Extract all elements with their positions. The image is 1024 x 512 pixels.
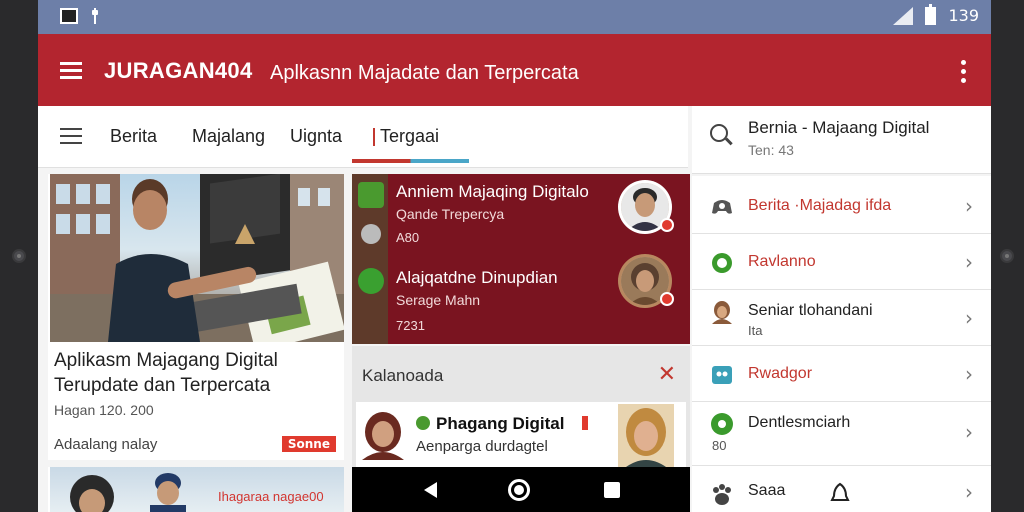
avatar[interactable]: [618, 180, 674, 234]
search-icon[interactable]: [710, 124, 728, 142]
featured-article-badge: Sonne: [281, 436, 336, 452]
list-item-dentlesmciarh[interactable]: Dentlesmciarh 80 ›: [692, 404, 991, 466]
tab-uignta[interactable]: Uignta: [290, 126, 342, 147]
system-navigation-bar: [352, 467, 690, 512]
feed-item[interactable]: Alajqatdne Dinupdian Serage Mahn 7231: [352, 254, 690, 340]
feed-panel: Anniem Majaqing Digitalo Qande Trepercya…: [352, 174, 690, 344]
list-item-label: Seniar tlohandani: [748, 302, 873, 319]
list-item-label: Dentlesmciarh: [748, 414, 851, 431]
tab-bar: Berita Majalang Uignta Tergaai: [38, 106, 688, 168]
featured-article-meta: Hagan 120. 200: [54, 402, 154, 418]
bezel-sensor-left: [12, 249, 26, 263]
status-bar: 139: [38, 0, 991, 34]
featured-article-footer: Adaalang nalay: [54, 436, 158, 453]
status-icon: [416, 416, 430, 430]
notification-dot: [660, 218, 674, 232]
bezel-sensor-right: [1000, 249, 1014, 263]
game-icon: [712, 200, 732, 214]
usb-icon: [92, 8, 98, 24]
app-bar: JURAGAN404 Aplkasnn Majadate dan Terperc…: [38, 34, 991, 106]
tab-indicator-mark: [373, 128, 375, 146]
close-icon[interactable]: ✕: [658, 362, 676, 387]
bell-icon: [830, 482, 850, 501]
chevron-right-icon: ›: [965, 250, 973, 274]
battery-icon: [925, 3, 937, 25]
list-item-sublabel: 80: [712, 438, 727, 453]
recommendation-panel-title: Kalanoada: [362, 366, 444, 385]
feed-item[interactable]: Anniem Majaqing Digitalo Qande Trepercya…: [352, 174, 690, 254]
feed-item-title: Alajqatdne Dinupdian: [396, 268, 558, 287]
image-icon: [712, 366, 732, 384]
more-options-icon[interactable]: [961, 60, 967, 87]
gear-icon: [712, 253, 732, 273]
feed-item-title: Anniem Majaqing Digitalo: [396, 182, 589, 201]
secondary-article-card[interactable]: Ihagaraa nagae00: [48, 467, 344, 512]
recommendation-card-title: Phagang Digital: [436, 414, 565, 433]
chevron-right-icon: ›: [965, 306, 973, 330]
list-item-sublabel: Ita: [748, 323, 763, 338]
chevron-right-icon: ›: [965, 480, 973, 504]
search-header: Bernia - Majaang Digital Ten: 43: [692, 106, 991, 174]
featured-article-photo: [50, 174, 344, 342]
tabs-menu-icon[interactable]: [60, 128, 82, 144]
tab-majalang[interactable]: Majalang: [192, 126, 265, 147]
secondary-article-caption: Ihagaraa nagae00: [218, 489, 324, 504]
list-item-rwadgor[interactable]: Rwadgor ›: [692, 348, 991, 402]
list-item-label: Rwadgor: [748, 365, 813, 382]
cog-icon: [361, 224, 381, 244]
avatar[interactable]: [618, 254, 674, 308]
list-item-label: Ravlanno: [748, 253, 816, 270]
list-item-ravlanno[interactable]: Ravlanno ›: [692, 236, 991, 290]
recent-apps-icon[interactable]: [604, 482, 620, 498]
featured-article-title: Aplikasm Majagang Digital Terupdate dan …: [54, 350, 278, 396]
featured-article-card[interactable]: Aplikasm Majagang Digital Terupdate dan …: [48, 174, 344, 460]
app-brand: JURAGAN404: [104, 58, 253, 83]
app-subtitle: Aplkasnn Majadate dan Terpercata: [270, 62, 579, 84]
list-item-label: Berita ·Majadag ifda: [748, 197, 892, 214]
feed-item-subtitle: Qande Trepercya: [396, 206, 505, 222]
tab-berita[interactable]: Berita: [110, 126, 157, 147]
menu-icon[interactable]: [60, 62, 82, 79]
back-icon[interactable]: [424, 482, 437, 498]
feed-item-meta: A80: [396, 230, 420, 245]
tab-tergaai[interactable]: Tergaai: [380, 126, 439, 147]
recommendation-thumbnail: [618, 404, 674, 470]
alert-icon: [582, 416, 588, 430]
feed-item-meta: 7231: [396, 318, 425, 333]
recommendation-card[interactable]: Phagang Digital Aenparga durdagtel: [356, 402, 686, 472]
list-item-seniar[interactable]: Seniar tlohandani Ita ›: [692, 292, 991, 346]
device-screen: 139 JURAGAN404 Aplkasnn Majadate dan Ter…: [38, 0, 991, 512]
chevron-right-icon: ›: [965, 194, 973, 218]
status-time: 139: [948, 6, 979, 25]
gps-icon: [711, 413, 733, 435]
active-tab-underline: [352, 159, 469, 163]
category-list: Berita ·Majadag ifda › Ravlanno › Seniar…: [692, 176, 991, 512]
list-item-label: Saaa: [748, 482, 786, 499]
home-icon[interactable]: [508, 479, 530, 501]
leaf-icon: [358, 182, 384, 208]
list-item-saaa[interactable]: Saaa ›: [692, 472, 991, 512]
user-icon: [712, 301, 732, 324]
chevron-right-icon: ›: [965, 420, 973, 444]
signal-icon: [893, 6, 914, 25]
chevron-right-icon: ›: [965, 362, 973, 386]
hijab-avatar: [362, 410, 404, 460]
feed-item-subtitle: Serage Mahn: [396, 292, 481, 308]
play-icon: [358, 268, 384, 294]
notification-dot: [660, 292, 674, 306]
search-header-subtitle: Ten: 43: [748, 142, 794, 158]
search-header-title: Bernia - Majaang Digital: [748, 118, 930, 137]
recommendation-card-subtitle: Aenparga durdagtel: [416, 438, 548, 455]
list-item-berita[interactable]: Berita ·Majadag ifda ›: [692, 180, 991, 234]
paw-icon: [713, 484, 731, 505]
image-notification-icon: [60, 8, 78, 24]
